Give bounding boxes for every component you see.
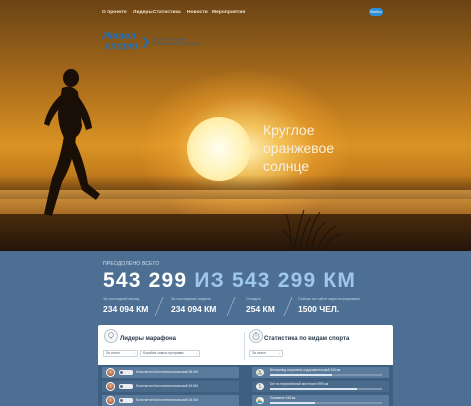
- progress-track: [270, 388, 382, 390]
- panels-header: [98, 325, 393, 365]
- progress-fill: [270, 374, 332, 376]
- headline-line: оранжевое: [263, 140, 335, 156]
- headline-line: Круглое: [263, 122, 315, 138]
- leader-text: Константин Константинопольский 34 КМ: [136, 398, 198, 402]
- divider-slash: [226, 296, 236, 317]
- swimming-icon: 🏊: [256, 397, 264, 404]
- sport-text: Бег по пересечённой местности 999 км: [270, 382, 329, 386]
- avatar: [106, 396, 115, 405]
- chevron-down-icon: ⌄: [194, 351, 198, 355]
- sport-text: Велосипед спортивно-оздоровительный 345 …: [270, 368, 341, 372]
- divider-slash: [154, 296, 164, 317]
- overcome-label: ПРЕОДОЛЕНО ВСЕГО: [103, 261, 160, 267]
- stopwatch-icon: [249, 329, 263, 343]
- nav-link-news[interactable]: Новости: [187, 10, 208, 15]
- stat-online: Сейчас на сайте зарегистрировано 1500 ЧЕ…: [298, 297, 378, 314]
- sport-row[interactable]: 🏃 Бег по пересечённой местности 999 км: [252, 381, 389, 392]
- stat-month: За последний месяц 234 094 КМ: [103, 297, 157, 314]
- sports-title: Статистика по видам спорта: [264, 336, 350, 342]
- divider-slash: [283, 296, 293, 317]
- leaders-period-select[interactable]: За сезон ⌄: [103, 350, 138, 357]
- panels-divider: [244, 332, 245, 360]
- logo-tagline: ЦЕНТР СПОРТИВНОЙ ЭФФЕКТИВНОЙ ПОДГОТОВКИ: [152, 38, 201, 46]
- grass-silhouette: [281, 209, 343, 250]
- leader-text: Константин Константинопольский 45 КМ: [136, 384, 198, 388]
- leader-row[interactable]: Константин Константинопольский 45 КМ: [102, 381, 239, 392]
- stat-label: Сейчас на сайте зарегистрировано: [298, 297, 361, 301]
- headline-line: солнце: [263, 158, 310, 174]
- avatar: [106, 382, 115, 391]
- stat-value: 254 КМ: [246, 303, 275, 314]
- bulb-icon: [104, 329, 118, 343]
- running-icon: 🏃: [256, 383, 264, 390]
- leader-row[interactable]: Константин Константинопольский 34 КМ: [102, 395, 239, 406]
- logo[interactable]: Интел спорт ЦЕНТР СПОРТИВНОЙ ЭФФЕКТИВНОЙ…: [102, 32, 212, 54]
- leaders-group-select[interactable]: Корабли самых программ ⌄: [140, 350, 200, 357]
- page: О проекте Лидеры Статистика Новости Меро…: [0, 0, 471, 406]
- stat-label: За последнюю неделю: [171, 297, 212, 301]
- stat-value: 234 094 КМ: [103, 303, 149, 314]
- leader-text: Константин Константинопольский 56 КМ: [136, 370, 198, 374]
- rank-toggle: [119, 370, 133, 375]
- chevron-down-icon: ⌄: [277, 351, 281, 355]
- leaders-title: Лидеры марафона: [120, 336, 176, 342]
- logo-chevron-icon: [142, 36, 150, 49]
- nav-link-events[interactable]: Мероприятия: [212, 10, 245, 15]
- bicycle-icon: 🚴: [256, 369, 264, 376]
- hero-headline: Круглое оранжевое солнце: [263, 121, 334, 175]
- stat-value: 1500 ЧЕЛ.: [298, 303, 340, 314]
- runner-silhouette: [44, 69, 100, 216]
- stat-week: За последнюю неделю 234 094 КМ: [171, 297, 227, 314]
- nav-link-statistics[interactable]: Статистика: [153, 10, 181, 15]
- leader-row[interactable]: Константин Константинопольский 56 КМ: [102, 367, 239, 378]
- avatar: [106, 368, 115, 377]
- login-button[interactable]: Войти: [369, 8, 383, 16]
- total-distance: 543 299 ИЗ 543 299 КМ: [103, 269, 356, 293]
- stat-label: За последний месяц: [103, 297, 140, 301]
- sport-text: Плавание 345 км: [270, 396, 296, 400]
- sport-row[interactable]: 🚴 Велосипед спортивно-оздоровительный 34…: [252, 367, 389, 378]
- progress-fill: [270, 402, 315, 404]
- top-navigation: О проекте Лидеры Статистика Новости Меро…: [0, 0, 471, 18]
- hero-banner: О проекте Лидеры Статистика Новости Меро…: [0, 0, 471, 251]
- sport-row[interactable]: 🏊 Плавание 345 км: [252, 395, 389, 406]
- progress-fill: [270, 388, 358, 390]
- nav-link-about[interactable]: О проекте: [102, 10, 127, 15]
- progress-track: [270, 374, 382, 376]
- sun: [187, 117, 251, 181]
- select-value: За сезон: [106, 351, 120, 355]
- stat-label: Сегодня: [246, 297, 261, 301]
- chevron-down-icon: ⌄: [132, 351, 136, 355]
- progress-track: [270, 402, 382, 404]
- logo-word-2: спорт: [105, 41, 138, 52]
- total-of: ИЗ 543 299 КМ: [194, 269, 357, 292]
- nav-link-leaders[interactable]: Лидеры: [133, 10, 153, 15]
- select-value: Корабли самых программ: [143, 351, 184, 355]
- rank-toggle: [119, 384, 133, 389]
- sports-period-select[interactable]: За сезон ⌄: [249, 350, 283, 357]
- rank-toggle: [119, 398, 133, 403]
- select-value: За сезон: [252, 351, 266, 355]
- stat-today: Сегодня 254 КМ: [246, 297, 286, 314]
- total-value: 543 299: [103, 269, 188, 292]
- stat-value: 234 094 КМ: [171, 303, 217, 314]
